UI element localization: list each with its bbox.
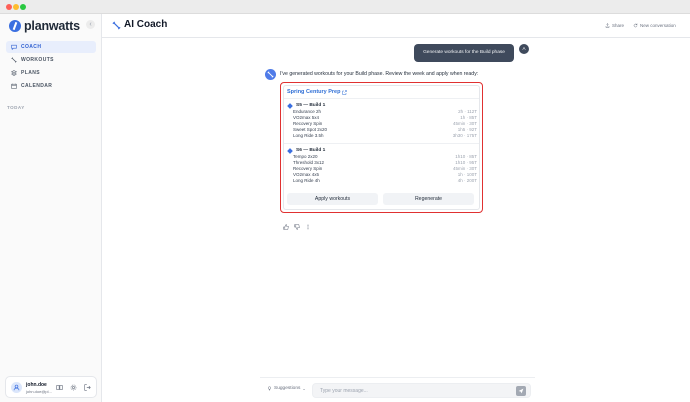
lightbulb-icon (267, 386, 272, 391)
week-label: S5 — Build 1 (296, 103, 326, 108)
sidebar-nav: COACH WORKOUTS PLANS CALENDAR (6, 41, 96, 93)
regenerate-button[interactable]: Regenerate (383, 193, 474, 205)
sidebar-item-label: COACH (21, 44, 42, 50)
week-header: S6 — Build 1 (287, 147, 477, 154)
plan-card: Spring Century Prep S5 — Build 1 Enduran… (283, 85, 480, 210)
assistant-message: I've generated workouts for your Build p… (280, 71, 479, 77)
thumbs-down-icon (294, 224, 300, 230)
thumbs-up-icon (283, 224, 289, 230)
sidebar-item-coach[interactable]: COACH (6, 41, 96, 53)
send-button[interactable] (516, 386, 526, 396)
message-feedback (283, 217, 316, 230)
sidebar-item-calendar[interactable]: CALENDAR (6, 80, 96, 92)
user-avatar: A (519, 44, 529, 54)
week-label: S6 — Build 1 (296, 148, 326, 153)
suggestions-label: Suggestions (274, 386, 301, 391)
user-card[interactable]: john.doe john.doe@pl... (5, 376, 97, 398)
section-label-today: TODAY (7, 105, 25, 110)
dumbbell-icon (11, 57, 17, 63)
calendar-icon (11, 83, 17, 89)
gear-icon[interactable] (70, 384, 77, 391)
sidebar-item-label: PLANS (21, 70, 40, 76)
refresh-icon (633, 23, 638, 28)
workout-meta: 3h30 · 175T (452, 133, 477, 138)
assistant-avatar (265, 69, 276, 80)
sidebar-item-label: WORKOUTS (21, 57, 54, 63)
planwatts-logo-icon (9, 20, 21, 32)
user-name: john.doe (26, 382, 47, 388)
sidebar-item-label: CALENDAR (21, 83, 53, 89)
more-vertical-icon (307, 224, 309, 230)
suggestions-button[interactable]: Suggestions ⌄ (267, 386, 306, 391)
workout-meta: 4h · 200T (457, 178, 477, 183)
sidebar: planwatts ‹ COACH WORKOUTS PLANS CALENDA… (0, 14, 102, 402)
divider (284, 143, 479, 144)
user-message: Generate workouts for the Build phase (414, 44, 514, 62)
diamond-icon (287, 102, 293, 109)
thumbs-down-button[interactable] (294, 217, 301, 230)
brand-name: planwatts (24, 19, 80, 33)
close-window-button[interactable] (6, 4, 12, 10)
maximize-window-button[interactable] (20, 4, 26, 10)
external-link-icon (342, 89, 348, 95)
message-composer: Suggestions ⌄ (260, 377, 535, 399)
sidebar-item-plans[interactable]: PLANS (6, 67, 96, 79)
chevron-left-icon[interactable]: ‹ (86, 20, 95, 29)
week-block: S6 — Build 1 Tempo 2x20 1h10 · 85T Thresh… (287, 147, 477, 184)
share-icon (605, 23, 610, 28)
apply-workouts-button[interactable]: Apply workouts (287, 193, 378, 205)
avatar (11, 382, 22, 393)
plan-title-link[interactable]: Spring Century Prep (287, 89, 348, 95)
chat-icon (11, 44, 17, 50)
thumbs-up-button[interactable] (283, 217, 290, 230)
plan-title: Spring Century Prep (287, 89, 341, 95)
user-email: john.doe@pl... (26, 389, 52, 394)
workout-row: Long Ride 3.5h 3h30 · 175T (287, 133, 477, 139)
minimize-window-button[interactable] (13, 4, 19, 10)
diamond-icon (287, 147, 293, 154)
share-label: Share (612, 23, 625, 28)
logout-icon[interactable] (84, 384, 91, 391)
week-block: S5 — Build 1 Endurance 2h 2h · 112T VO2ma… (287, 102, 477, 139)
divider (284, 98, 479, 99)
chevron-down-icon: ⌄ (302, 386, 306, 391)
workout-row: Long Ride 4h 4h · 200T (287, 178, 477, 184)
ai-coach-icon (267, 71, 274, 78)
week-header: S5 — Build 1 (287, 102, 477, 109)
book-icon[interactable] (56, 384, 63, 391)
brand[interactable]: planwatts (9, 19, 80, 33)
more-options-button[interactable] (305, 217, 312, 230)
share-button[interactable]: Share (605, 23, 624, 28)
workout-name: Long Ride 3.5h (293, 133, 324, 138)
layers-icon (11, 70, 17, 76)
send-icon (518, 388, 524, 394)
sidebar-item-workouts[interactable]: WORKOUTS (6, 54, 96, 66)
page-header: AI Coach Share New conversation (102, 14, 690, 38)
user-icon (13, 384, 20, 391)
window-titlebar (0, 0, 690, 14)
new-conversation-button[interactable]: New conversation (633, 23, 676, 28)
ai-coach-icon (112, 21, 121, 30)
message-input[interactable] (312, 383, 531, 398)
new-conversation-label: New conversation (640, 23, 676, 28)
workout-name: Long Ride 4h (293, 178, 320, 183)
page-title: AI Coach (124, 19, 168, 30)
